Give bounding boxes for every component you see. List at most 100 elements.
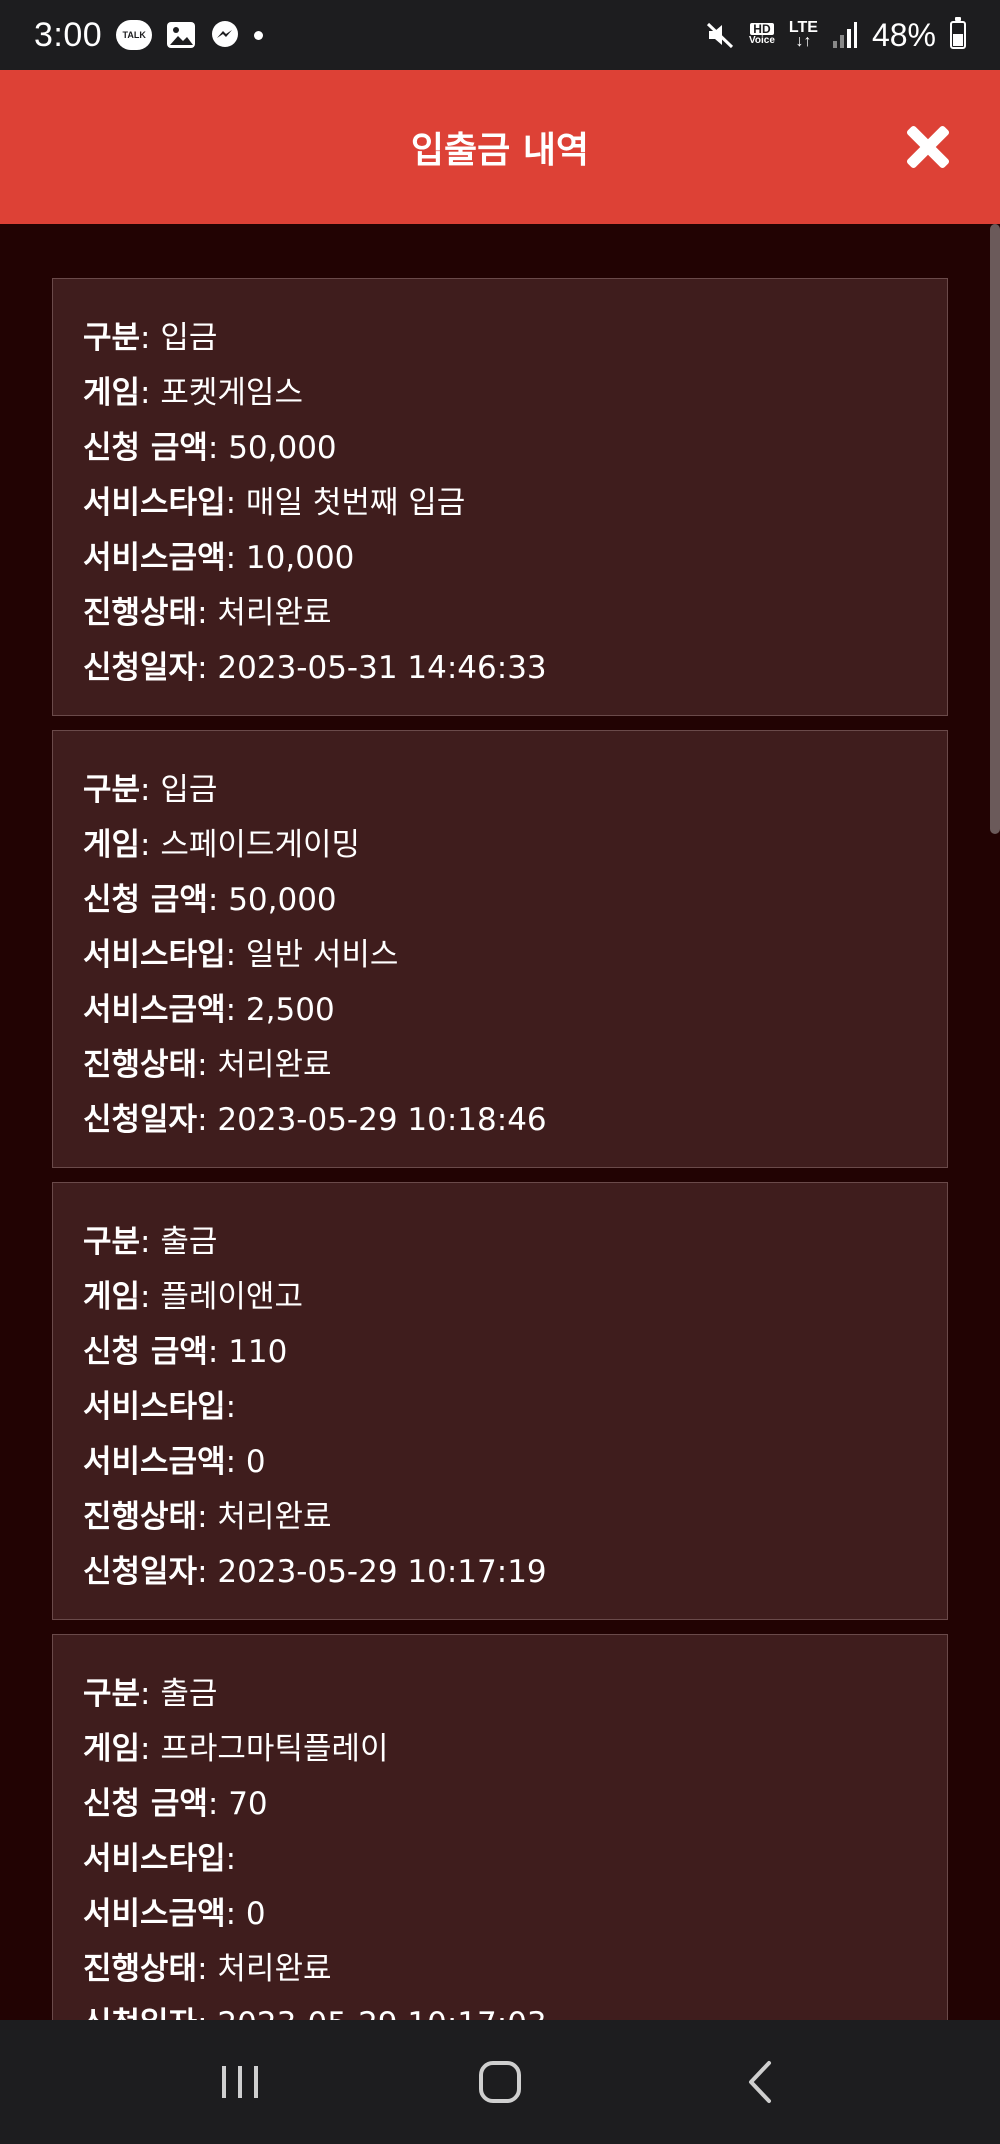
field-label: 구분 [83,320,141,356]
field-separator: : [197,2006,217,2020]
field-separator: : [197,1554,218,1590]
field-value: 플레이앤고 [160,1279,303,1315]
field-value: 2023-05-29 10:17:03 [217,2006,546,2020]
signal-icon [832,21,858,49]
record-status: 진행상태: 처리완료 [83,586,917,641]
record-game: 게임: 스페이드게이밍 [83,818,917,873]
field-separator: : [225,1841,237,1877]
record-amount: 신청 금액: 50,000 [83,873,917,928]
field-value: 입금 [160,320,218,356]
field-label: 신청일자 [83,650,198,686]
field-separator: : [207,1334,229,1370]
record-status: 진행상태: 처리완료 [83,1490,917,1545]
hd-label: HD [750,23,774,35]
field-separator: : [140,1676,161,1712]
field-label: 서비스금액 [83,1444,226,1480]
field-separator: : [197,650,218,686]
field-value: 2,500 [245,992,335,1028]
field-separator: : [140,1731,161,1767]
field-separator: : [225,540,246,576]
field-separator: : [197,1951,218,1987]
field-label: 진행상태 [83,1047,198,1083]
field-separator: : [225,1896,246,1932]
field-separator: : [140,827,161,863]
field-label: 게임 [83,375,141,411]
field-separator: : [197,595,218,631]
record-game: 게임: 프라그마틱플레이 [83,1722,917,1777]
mute-icon [705,20,735,50]
record-card: 구분: 입금 게임: 스페이드게이밍 신청 금액: 50,000 서비스타입: 일반 … [52,730,948,1168]
status-bar: 3:00 TALK HD Voice LTE ↓↑ 48% [0,0,1000,70]
messenger-icon [210,20,240,50]
status-bar-right: HD Voice LTE ↓↑ 48% [705,17,966,54]
history-content[interactable]: 구분: 입금 게임: 포켓게임스 신청 금액: 50,000 서비스타입: 매일 첫번… [0,224,1000,2020]
field-label: 신청 금액 [83,882,208,918]
field-label: 신청일자 [83,2006,197,2020]
record-service-type: 서비스타입: 일반 서비스 [83,928,917,983]
home-icon[interactable] [440,2042,560,2122]
record-card: 구분: 출금 게임: 플레이앤고 신청 금액: 110 서비스타입: 서비스금액: 0… [52,1182,948,1620]
field-value: 2023-05-29 10:18:46 [217,1102,547,1138]
field-label: 신청 금액 [83,430,208,466]
field-value: 0 [245,1896,266,1932]
field-value: 출금 [160,1676,218,1712]
field-label: 서비스타입 [83,937,226,973]
battery-fill [953,34,963,46]
notification-dot [254,30,264,40]
close-icon[interactable] [904,123,952,171]
status-bar-left: 3:00 TALK [34,15,264,55]
field-value: 110 [228,1334,288,1370]
record-service-type: 서비스타입: [83,1832,917,1887]
record-status: 진행상태: 처리완료 [83,1038,917,1093]
field-label: 구분 [83,772,141,808]
field-separator: : [140,320,161,356]
field-value: 스페이드게이밍 [160,827,360,863]
record-date: 신청일자: 2023-05-29 10:17:19 [83,1545,917,1600]
field-value: 처리완료 [217,595,332,631]
field-separator: : [197,1499,218,1535]
lte-icon: LTE ↓↑ [789,20,818,50]
recents-icon[interactable] [180,2042,300,2122]
field-value: 0 [245,1444,266,1480]
record-date: 신청일자: 2023-05-31 14:46:33 [83,641,917,696]
record-game: 게임: 포켓게임스 [83,366,917,421]
field-label: 신청일자 [83,1102,198,1138]
gallery-icon [166,21,196,49]
hd-voice-icon: HD Voice [749,23,775,47]
field-value: 처리완료 [217,1499,332,1535]
record-amount: 신청 금액: 70 [83,1777,917,1832]
record-date: 신청일자: 2023-05-29 10:17:03 [83,1997,917,2020]
modal-header: 입출금 내역 [0,70,1000,224]
field-label: 진행상태 [83,595,198,631]
record-service-amount: 서비스금액: 0 [83,1435,917,1490]
field-value: 프라그마틱플레이 [160,1731,389,1767]
field-label: 구분 [83,1224,141,1260]
field-value: 포켓게임스 [160,375,303,411]
record-service-amount: 서비스금액: 10,000 [83,531,917,586]
status-time: 3:00 [34,15,103,54]
scrollbar[interactable] [990,224,1000,834]
field-separator: : [225,485,246,521]
field-value: 매일 첫번째 입금 [245,485,466,521]
field-separator: : [207,1786,229,1822]
field-separator: : [225,1389,237,1425]
field-value: 50,000 [228,882,337,918]
record-type: 구분: 입금 [83,763,917,818]
record-game: 게임: 플레이앤고 [83,1270,917,1325]
field-separator: : [140,772,161,808]
record-service-type: 서비스타입: [83,1380,917,1435]
field-label: 서비스금액 [83,1896,226,1932]
record-amount: 신청 금액: 50,000 [83,421,917,476]
field-separator: : [197,1047,218,1083]
field-label: 진행상태 [83,1499,198,1535]
field-value: 일반 서비스 [245,937,399,973]
battery-percent: 48% [871,16,936,53]
back-icon[interactable] [700,2042,820,2122]
record-service-amount: 서비스금액: 0 [83,1887,917,1942]
page-title: 입출금 내역 [410,130,590,171]
field-separator: : [207,882,229,918]
field-label: 신청일자 [83,1554,198,1590]
field-separator: : [140,375,161,411]
field-label: 신청 금액 [83,1786,208,1822]
field-value: 2023-05-31 14:46:33 [217,650,547,686]
